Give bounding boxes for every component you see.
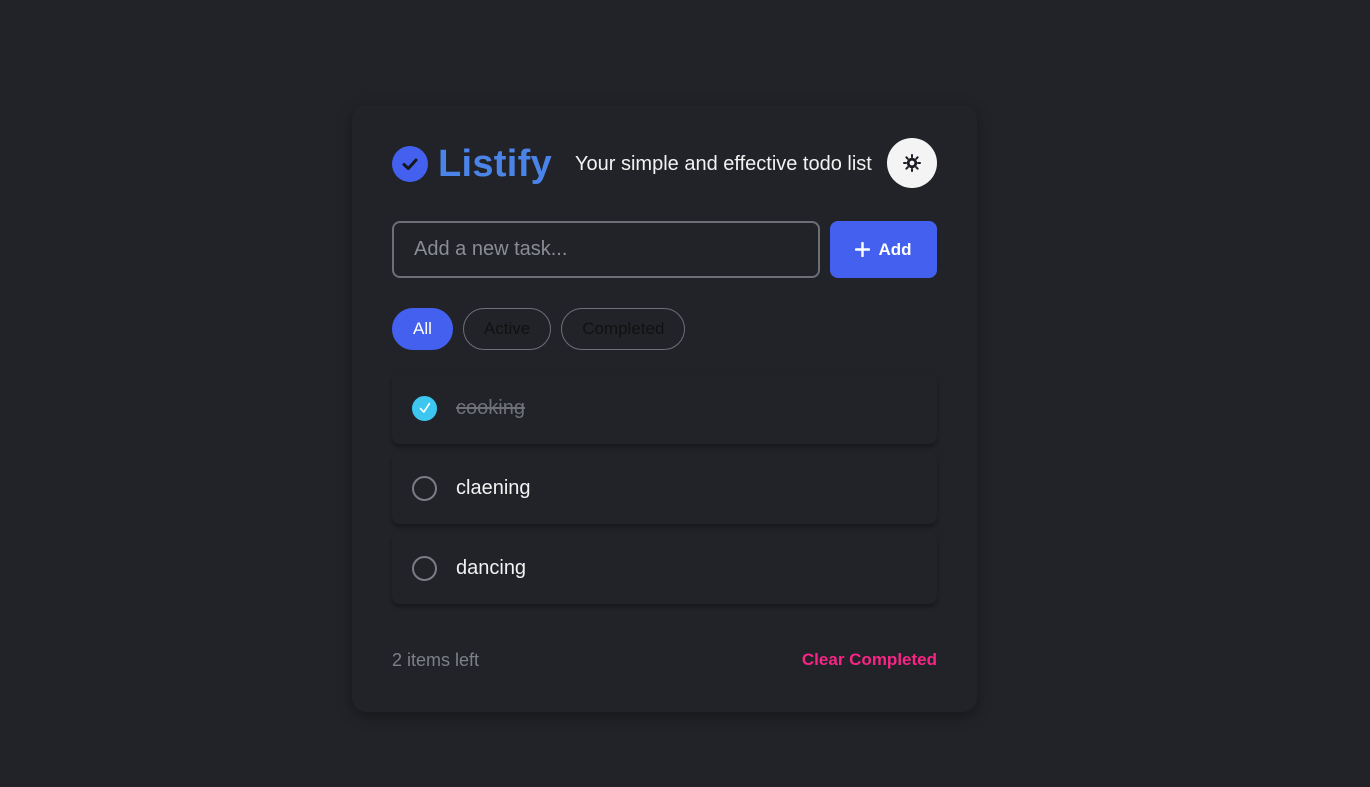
plus-icon <box>855 242 871 257</box>
sun-icon <box>902 153 922 173</box>
todo-checkbox[interactable] <box>412 555 437 581</box>
todo-item[interactable]: claening <box>392 452 937 524</box>
todo-card: Listify Your simple and effective todo l… <box>352 105 977 712</box>
todo-item[interactable]: dancing <box>392 532 937 604</box>
check-circle-icon <box>392 146 428 182</box>
todo-text: cooking <box>456 396 525 419</box>
todo-item[interactable]: cooking <box>392 372 937 444</box>
add-task-button[interactable]: Add <box>830 221 937 278</box>
filter-completed-button[interactable]: Completed <box>561 308 686 350</box>
todo-text: dancing <box>456 556 527 579</box>
filter-group: All Active Completed <box>392 308 695 350</box>
new-task-form: Add <box>392 221 937 278</box>
new-task-input[interactable] <box>392 221 820 278</box>
filter-active-button[interactable]: Active <box>462 308 552 350</box>
items-left-count: 2 items left <box>392 649 480 670</box>
todo-footer: 2 items left Clear Completed <box>392 645 937 675</box>
todo-checkbox-checked[interactable] <box>412 395 437 421</box>
add-task-label: Add <box>878 239 912 259</box>
theme-toggle-button[interactable] <box>887 138 937 188</box>
filter-all-button[interactable]: All <box>392 308 453 350</box>
app-header: Listify Your simple and effective todo l… <box>392 137 937 191</box>
todo-list: cooking claening dancing <box>392 372 937 612</box>
clear-completed-button[interactable]: Clear Completed <box>802 650 937 670</box>
app-tagline: Your simple and effective todo list <box>575 152 872 175</box>
todo-text: claening <box>456 476 531 499</box>
app-title: Listify <box>438 142 553 185</box>
todo-checkbox[interactable] <box>412 475 437 501</box>
